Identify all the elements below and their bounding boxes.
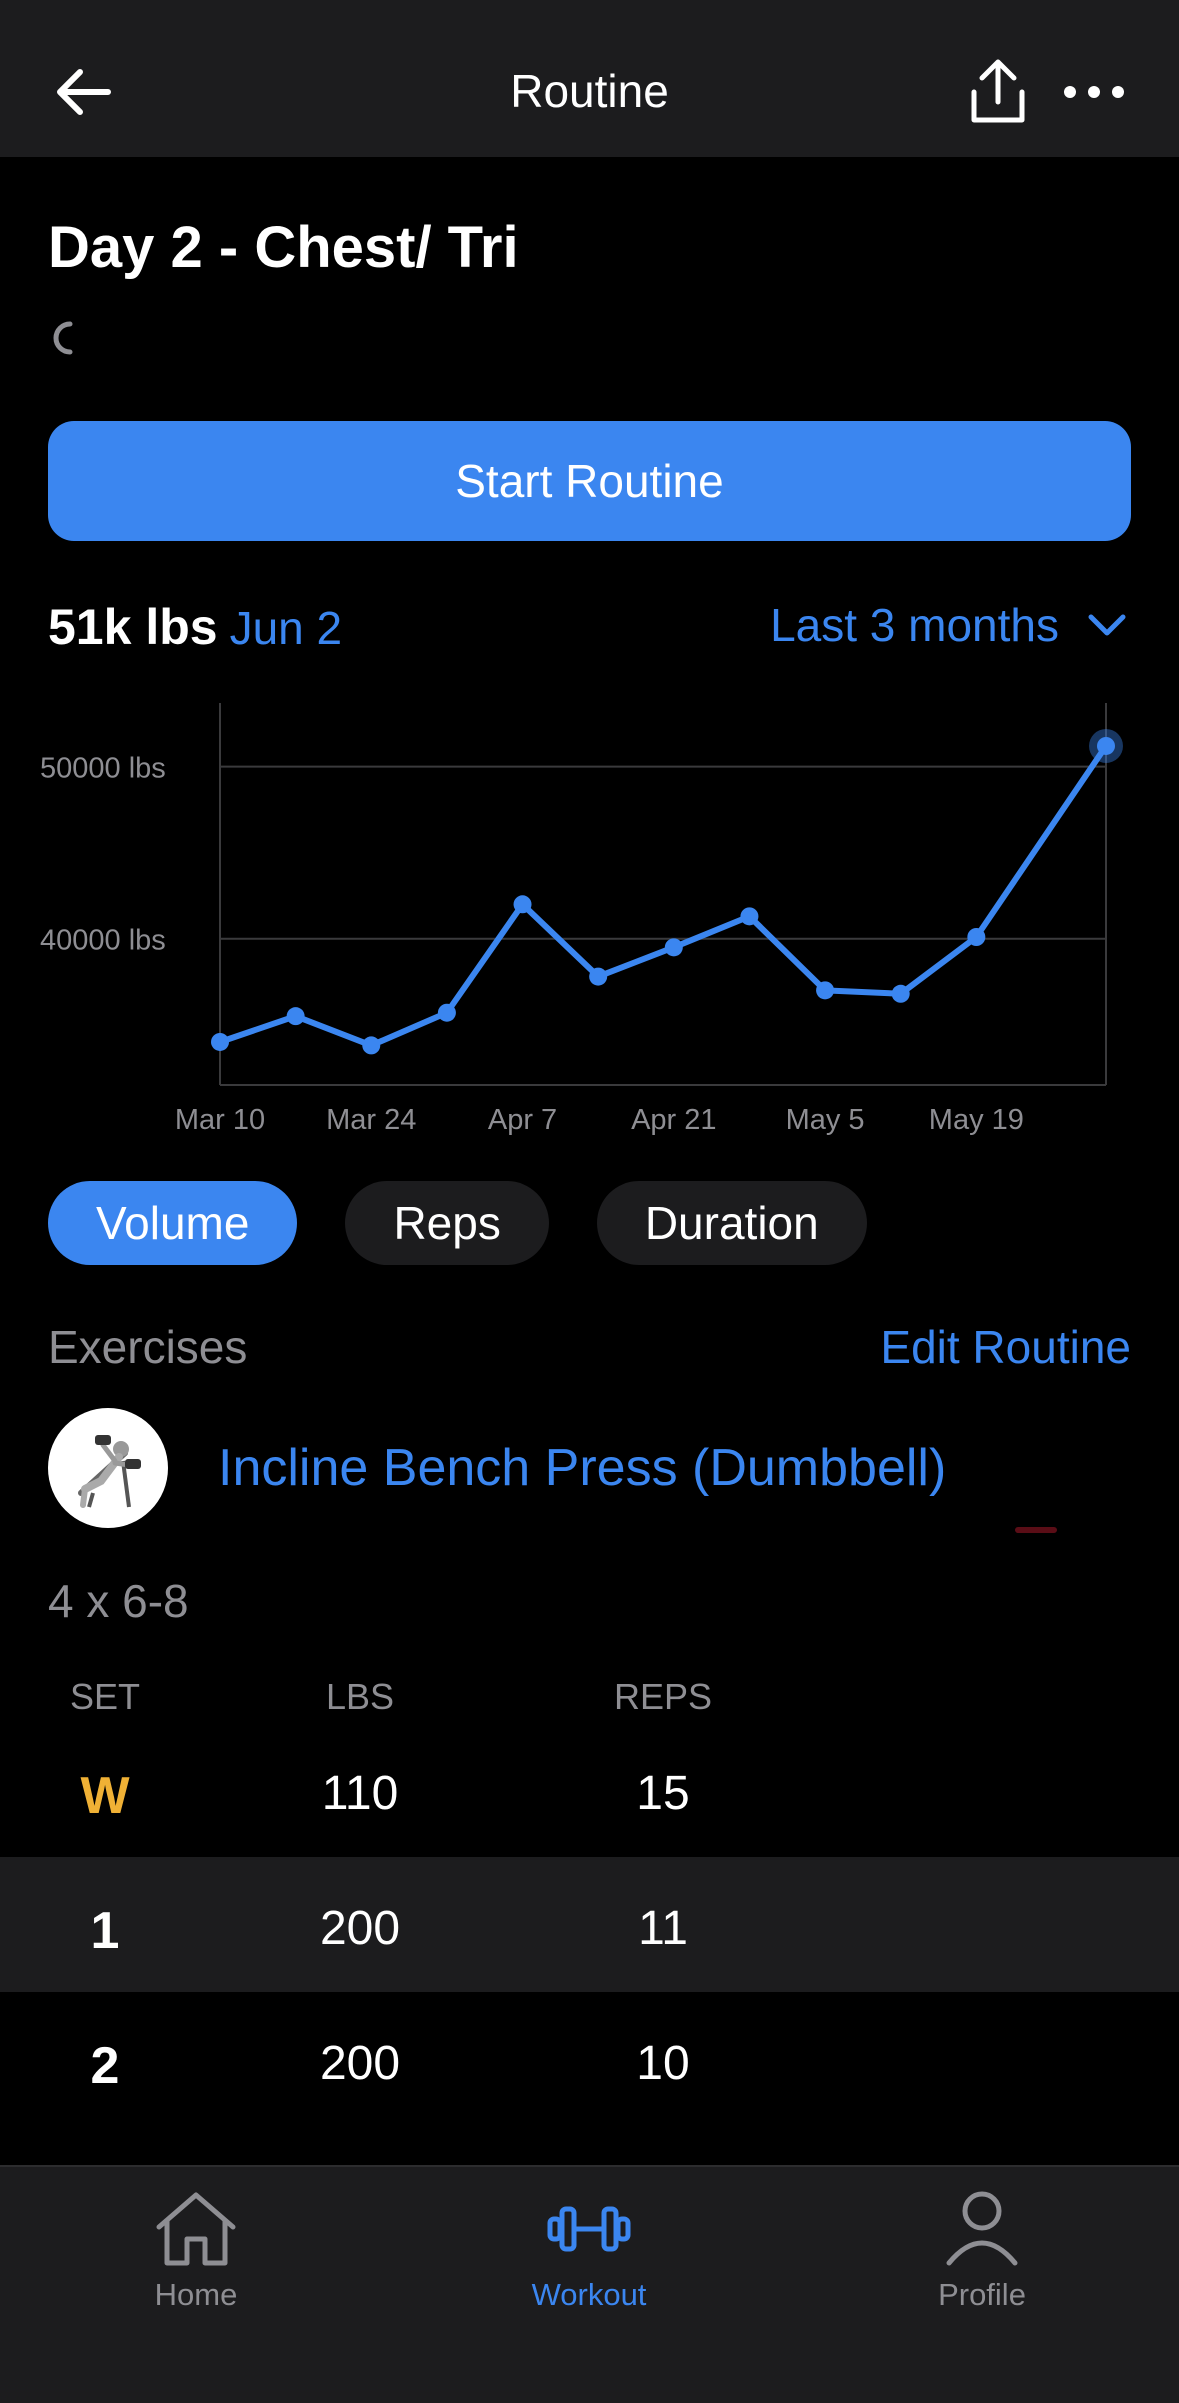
summary-date: Jun 2	[229, 602, 343, 654]
bottom-tab-bar: Home Workout Profile	[0, 2165, 1179, 2403]
data-point	[513, 895, 532, 914]
y-tick-label: 40000 lbs	[40, 925, 166, 957]
set-number: 2	[90, 2037, 120, 2095]
set-number: W	[80, 1767, 130, 1825]
data-point	[211, 1032, 229, 1051]
tab-volume[interactable]: Volume	[48, 1181, 298, 1265]
routine-title: Day 2 - Chest/ Tri	[48, 215, 519, 280]
set-reps: 10	[636, 2037, 690, 2090]
x-tick-label: Mar 24	[326, 1104, 416, 1136]
data-point	[1097, 736, 1115, 755]
person-icon	[946, 2191, 1018, 2266]
tab-profile-label: Profile	[938, 2277, 1026, 2312]
volume-chart: 50000 lbs 40000 lbs Mar 10 Mar 24 Apr 7 Apr 2…	[40, 703, 1123, 1136]
range-label: Last 3 months	[770, 599, 1059, 651]
exercise-thumbnail	[48, 1408, 168, 1528]
data-point	[891, 984, 910, 1003]
exercise-row[interactable]: Incline Bench Press (Dumbbell)	[48, 1408, 946, 1528]
y-tick-label: 50000 lbs	[40, 753, 166, 785]
x-tick-label: May 19	[929, 1104, 1024, 1136]
tab-reps[interactable]: Reps	[345, 1181, 549, 1265]
set-lbs: 110	[321, 1767, 399, 1820]
range-selector[interactable]: Last 3 months	[770, 598, 1127, 652]
table-row: 2 200 10	[0, 1992, 1179, 2127]
set-scheme: 4 x 6-8	[48, 1575, 189, 1627]
series-line	[217, 742, 1109, 1049]
col-lbs: LBS	[325, 1676, 395, 1717]
tab-home[interactable]: Home	[76, 2189, 316, 2313]
top-bar: Routine	[0, 0, 1179, 157]
x-tick-label: Mar 10	[175, 1104, 265, 1136]
dumbbell-icon	[547, 2206, 631, 2252]
set-reps: 15	[636, 1767, 690, 1820]
sets-table-header: SET LBS REPS	[0, 1672, 1179, 1722]
share-icon[interactable]	[962, 56, 1034, 128]
col-set: SET	[69, 1676, 141, 1717]
home-icon	[156, 2192, 236, 2266]
data-point	[286, 1007, 305, 1026]
data-point	[664, 938, 683, 957]
set-number: 1	[90, 1902, 120, 1960]
data-point	[437, 1003, 456, 1022]
loading-spinner-icon	[53, 321, 73, 355]
col-reps: REPS	[613, 1676, 713, 1717]
data-point	[816, 981, 835, 1000]
exercise-name[interactable]: Incline Bench Press (Dumbbell)	[218, 1438, 946, 1498]
summary-value: 51k lbs	[48, 599, 218, 655]
more-options-icon[interactable]	[1063, 72, 1125, 112]
x-tick-label: May 5	[786, 1104, 865, 1136]
x-tick-label: Apr 7	[488, 1104, 557, 1136]
set-lbs: 200	[319, 1902, 401, 1955]
chevron-down-icon	[1088, 614, 1126, 636]
incline-press-figure-icon	[78, 1435, 141, 1508]
table-row: W 110 15	[0, 1722, 1179, 1857]
tab-duration[interactable]: Duration	[596, 1181, 867, 1265]
data-point	[589, 967, 608, 986]
x-tick-label: Apr 21	[631, 1104, 716, 1136]
swipe-indicator	[1015, 1527, 1057, 1533]
start-routine-button[interactable]: Start Routine	[48, 421, 1131, 541]
tab-home-label: Home	[154, 2277, 238, 2312]
tab-workout-label: Workout	[531, 2277, 647, 2312]
exercises-heading: Exercises	[48, 1321, 248, 1373]
data-point	[967, 928, 986, 946]
data-point	[362, 1036, 381, 1055]
metric-tabs: Volume Reps Duration	[48, 1181, 867, 1265]
tab-workout[interactable]: Workout	[469, 2189, 709, 2313]
set-reps: 11	[638, 1902, 688, 1955]
set-lbs: 200	[319, 2037, 401, 2090]
table-row: 1 200 11	[0, 1857, 1179, 1992]
data-point	[740, 907, 759, 926]
tab-profile[interactable]: Profile	[862, 2189, 1102, 2313]
volume-summary: 51k lbs Jun 2	[48, 598, 342, 658]
edit-routine-link[interactable]: Edit Routine	[880, 1320, 1131, 1374]
